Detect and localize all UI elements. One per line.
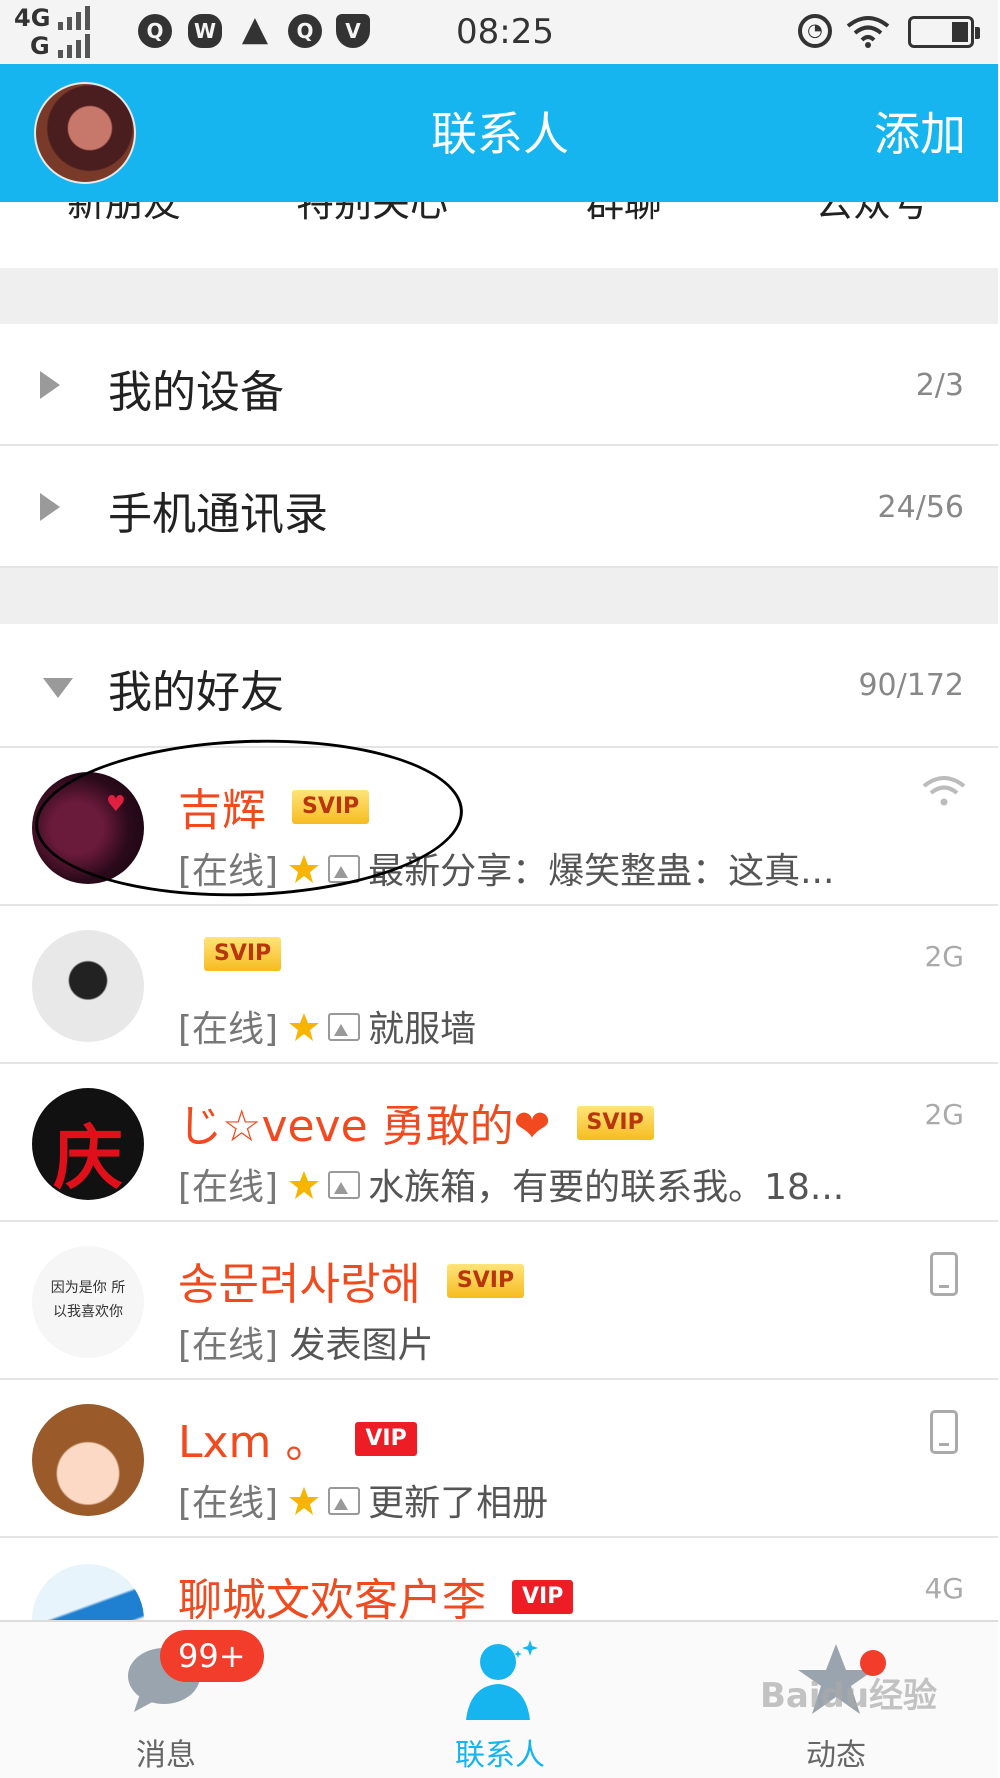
contacts-screen: 4G G Q W ▲ Q V 08:25 ◔ 联系人 添加 新朋友 特别关心 群… bbox=[0, 0, 1000, 1778]
alarm-icon: ◔ bbox=[798, 14, 832, 48]
friend-row[interactable]: Lxm 。 VIP [在线] 更新了相册 bbox=[0, 1380, 1000, 1538]
friend-avatar: 因为是你 所以我喜欢你 bbox=[32, 1246, 144, 1358]
tab-groups[interactable]: 群聊 bbox=[514, 202, 734, 227]
group-count: 24/56 bbox=[877, 490, 964, 525]
friend-status: [在线] 水族箱，有要的联系我。18... bbox=[178, 1167, 845, 1208]
friend-avatar bbox=[32, 1564, 144, 1620]
group-label: 手机通讯录 bbox=[108, 489, 328, 540]
svip-badge: SVIP bbox=[204, 937, 282, 971]
svip-badge: SVIP bbox=[576, 1106, 654, 1140]
image-icon bbox=[328, 1487, 361, 1515]
tab-label: 联系人 bbox=[455, 1738, 545, 1773]
clock: 08:25 bbox=[456, 12, 554, 52]
tab-contacts[interactable]: 联系人 bbox=[400, 1622, 600, 1778]
battery-icon bbox=[908, 16, 980, 48]
qq-icon: Q bbox=[138, 14, 172, 48]
friend-avatar: 庆 bbox=[32, 1088, 144, 1200]
friend-row[interactable]: 庆 じ☆veve 勇敢的❤ SVIP [在线] 水族箱，有要的联系我。18... 2… bbox=[0, 1064, 1000, 1222]
tab-new-friends[interactable]: 新朋友 bbox=[14, 202, 234, 227]
friend-status: [在线] 发表图片 bbox=[178, 1325, 434, 1366]
star-icon bbox=[289, 1171, 320, 1199]
group-phone-contacts[interactable]: 手机通讯录 24/56 bbox=[0, 446, 1000, 568]
svip-badge: SVIP bbox=[446, 1264, 525, 1298]
vip-badge: VIP bbox=[512, 1580, 574, 1614]
group-label: 我的好友 bbox=[108, 667, 284, 718]
group-my-devices[interactable]: 我的设备 2/3 bbox=[0, 324, 1000, 446]
friend-name: じ☆veve 勇敢的❤ SVIP bbox=[178, 1090, 654, 1154]
image-icon bbox=[328, 1013, 361, 1041]
wifi-icon bbox=[846, 16, 890, 48]
group-count: 2/3 bbox=[915, 368, 964, 403]
friend-row[interactable]: 因为是你 所以我喜欢你 송문려사랑해 SVIP [在线] 发表图片 bbox=[0, 1222, 1000, 1380]
network-type-top: 4G bbox=[14, 4, 51, 32]
signal-icon bbox=[58, 34, 90, 58]
network-type-bottom: G bbox=[30, 32, 50, 60]
warning-icon: ▲ bbox=[241, 9, 269, 49]
friend-name: 송문려사랑해 SVIP bbox=[178, 1248, 525, 1312]
quick-tabs-row: 新朋友 特别关心 群聊 公众号 bbox=[0, 202, 1000, 268]
collapse-arrow-icon bbox=[43, 678, 73, 698]
star-icon bbox=[289, 1013, 320, 1041]
friend-row[interactable]: SVIP [在线] 就服墙 2G bbox=[0, 906, 1000, 1064]
wifi-status-icon bbox=[922, 776, 966, 806]
vpn-icon: V bbox=[336, 14, 370, 48]
tab-label: 消息 bbox=[136, 1738, 196, 1773]
star-icon bbox=[289, 1487, 320, 1515]
add-button[interactable]: 添加 bbox=[874, 98, 966, 164]
vip-badge: VIP bbox=[355, 1422, 417, 1456]
friend-name: Lxm 。 VIP bbox=[178, 1406, 417, 1470]
qq-icon: Q bbox=[288, 14, 322, 48]
tab-label: 动态 bbox=[806, 1738, 866, 1773]
group-my-friends[interactable]: 我的好友 90/172 bbox=[0, 624, 1000, 748]
tab-special-care[interactable]: 特别关心 bbox=[262, 202, 482, 227]
tab-official-accounts[interactable]: 公众号 bbox=[762, 202, 982, 227]
watermark: Baidu经验 bbox=[760, 1676, 938, 1716]
wechat-icon: W bbox=[188, 14, 222, 48]
signal-icon bbox=[58, 6, 90, 30]
group-label: 我的设备 bbox=[108, 367, 284, 418]
friend-avatar bbox=[32, 930, 144, 1042]
network-label: 4G bbox=[924, 1572, 964, 1605]
expand-arrow-icon bbox=[40, 493, 60, 521]
network-label: 2G bbox=[924, 1098, 964, 1131]
section-divider bbox=[0, 568, 1000, 624]
unread-badge: 99+ bbox=[160, 1630, 264, 1682]
expand-arrow-icon bbox=[40, 371, 60, 399]
image-icon bbox=[328, 1171, 361, 1199]
friend-name: SVIP bbox=[178, 932, 282, 983]
top-bar: 联系人 添加 bbox=[0, 64, 1000, 202]
group-count: 90/172 bbox=[858, 668, 964, 703]
status-bar: 4G G Q W ▲ Q V 08:25 ◔ bbox=[0, 0, 1000, 64]
page-title: 联系人 bbox=[431, 107, 569, 161]
friend-row[interactable]: 聊城文欢客户李 VIP 4G bbox=[0, 1538, 1000, 1620]
contacts-person-icon bbox=[466, 1640, 538, 1720]
network-label: 2G bbox=[924, 940, 964, 973]
friend-avatar bbox=[32, 1404, 144, 1516]
friend-status: [在线] 就服墙 bbox=[178, 1009, 477, 1050]
section-divider bbox=[0, 268, 1000, 324]
phone-icon bbox=[930, 1252, 958, 1296]
friend-name: 聊城文欢客户李 VIP bbox=[178, 1564, 574, 1620]
friend-status: [在线] 更新了相册 bbox=[178, 1483, 549, 1524]
phone-icon bbox=[930, 1410, 958, 1454]
